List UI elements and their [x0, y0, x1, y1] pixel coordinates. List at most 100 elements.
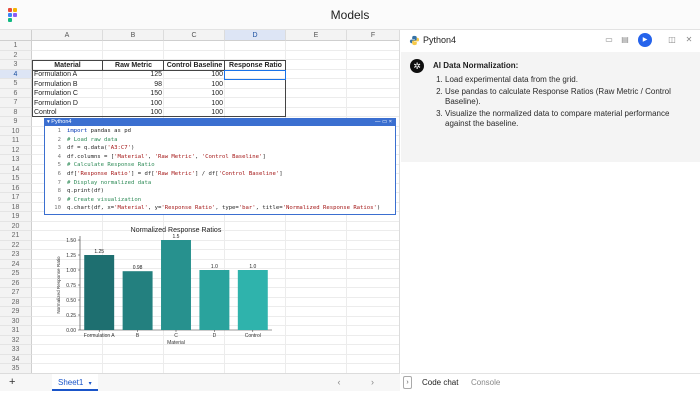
column-header-c[interactable]: C: [164, 30, 225, 41]
code-cell[interactable]: ▾ Python4— ▭ × 1 import pandas as pd 2 # Loa…: [44, 118, 396, 215]
sheet-nav-arrows[interactable]: ‹ ›: [338, 377, 389, 387]
code-line[interactable]: 4 df.columns = ['Material', 'Raw Metric',…: [45, 153, 266, 162]
row-header-4[interactable]: 4: [0, 69, 32, 79]
table-cell[interactable]: 100: [164, 80, 225, 89]
line-number: 9: [57, 196, 61, 203]
row-header-14[interactable]: 14: [0, 164, 32, 174]
table-cell[interactable]: 125: [103, 70, 164, 79]
code-token: ,: [195, 153, 202, 160]
row-header-15[interactable]: 15: [0, 174, 32, 184]
code-token: df[: [67, 171, 78, 177]
table-cell[interactable]: [225, 80, 286, 89]
row-header-19[interactable]: 19: [0, 212, 32, 222]
row-header-24[interactable]: 24: [0, 259, 32, 269]
row-header-13[interactable]: 13: [0, 155, 32, 165]
row-header-29[interactable]: 29: [0, 307, 32, 317]
row-header-30[interactable]: 30: [0, 316, 32, 326]
code-token: ] / df[: [195, 171, 219, 177]
table-cell[interactable]: 150: [103, 89, 164, 98]
table-cell[interactable]: 100: [164, 70, 225, 79]
add-sheet-button[interactable]: +: [9, 376, 15, 388]
row-header-11[interactable]: 11: [0, 136, 32, 146]
table-cell[interactable]: Formulation B: [32, 80, 103, 89]
row-header-5[interactable]: 5: [0, 79, 32, 89]
code-line[interactable]: 9 # Create visualization: [45, 196, 141, 205]
line-number: 3: [57, 145, 61, 152]
code-line[interactable]: 2 # Load raw data: [45, 136, 118, 145]
clipboard-icon[interactable]: ▤: [620, 35, 630, 45]
table-header-cell[interactable]: Material: [32, 61, 103, 70]
table-header-cell[interactable]: Raw Metric: [103, 61, 164, 70]
row-header-17[interactable]: 17: [0, 193, 32, 203]
row-header-34[interactable]: 34: [0, 354, 32, 364]
selected-cell[interactable]: [224, 69, 286, 80]
column-header-e[interactable]: E: [286, 30, 347, 41]
column-header-a[interactable]: A: [32, 30, 103, 41]
tab-code-chat[interactable]: Code chat: [422, 378, 458, 387]
table-cell[interactable]: 100: [103, 99, 164, 108]
row-header-27[interactable]: 27: [0, 288, 32, 298]
message-steps: Load experimental data from the grid. Us…: [433, 75, 691, 131]
code-cell-controls[interactable]: — ▭ ×: [375, 119, 392, 126]
table-header-cell[interactable]: Response Ratio: [225, 61, 286, 70]
spreadsheet-grid[interactable]: A B C D E F 1 2 3 4 5 6 7 8 9 10 11 12 13 14 15 16 17 18 19 20 21 2…: [0, 30, 400, 373]
split-icon[interactable]: ◫: [667, 35, 677, 45]
table-cell[interactable]: [225, 108, 286, 117]
chevron-right-icon[interactable]: ›: [403, 376, 412, 389]
table-cell[interactable]: 98: [103, 80, 164, 89]
row-header-31[interactable]: 31: [0, 326, 32, 336]
row-header-3[interactable]: 3: [0, 60, 32, 70]
table-cell[interactable]: 100: [164, 108, 225, 117]
sheet-tab[interactable]: Sheet1 ▾: [52, 374, 98, 391]
column-header-b[interactable]: B: [103, 30, 164, 41]
table-header-cell[interactable]: Control Baseline: [164, 61, 225, 70]
x-tick-label: D: [213, 333, 217, 339]
code-line[interactable]: 10 q.chart(df, x='Material', y='Response …: [45, 204, 380, 213]
row-header-26[interactable]: 26: [0, 278, 32, 288]
row-header-2[interactable]: 2: [0, 50, 32, 60]
run-button[interactable]: ▶: [638, 33, 652, 47]
table-cell[interactable]: Control: [32, 108, 103, 117]
row-header-18[interactable]: 18: [0, 202, 32, 212]
close-icon[interactable]: ✕: [684, 35, 694, 45]
grid-line: [32, 49, 399, 51]
row-header-10[interactable]: 10: [0, 126, 32, 136]
row-header-1[interactable]: 1: [0, 41, 32, 51]
row-header-23[interactable]: 23: [0, 250, 32, 260]
table-cell[interactable]: Formulation D: [32, 99, 103, 108]
chevron-down-icon[interactable]: ▾: [89, 381, 92, 387]
row-header-22[interactable]: 22: [0, 240, 32, 250]
row-header-33[interactable]: 33: [0, 345, 32, 355]
row-header-8[interactable]: 8: [0, 107, 32, 117]
row-header-12[interactable]: 12: [0, 145, 32, 155]
code-line[interactable]: 5 # Calculate Response Ratio: [45, 161, 155, 170]
tab-console[interactable]: Console: [471, 378, 500, 387]
table-cell[interactable]: Formulation A: [32, 70, 103, 79]
row-header-25[interactable]: 25: [0, 269, 32, 279]
row-header-16[interactable]: 16: [0, 183, 32, 193]
column-header-f[interactable]: F: [347, 30, 399, 41]
row-header-9[interactable]: 9: [0, 117, 32, 127]
table-cell[interactable]: [225, 89, 286, 98]
code-line[interactable]: 3 df = q.data('A3:C7'): [45, 144, 135, 153]
code-line[interactable]: 6 df['Response Ratio'] = df['Raw Metric']…: [45, 170, 283, 179]
grid-corner[interactable]: [0, 30, 32, 41]
table-cell[interactable]: 100: [164, 99, 225, 108]
table-cell[interactable]: Formulation C: [32, 89, 103, 98]
code-line[interactable]: 1 import pandas as pd: [45, 127, 131, 136]
table-cell[interactable]: 100: [103, 108, 164, 117]
column-header-d[interactable]: D: [225, 30, 286, 41]
table-cell[interactable]: [225, 99, 286, 108]
row-header-20[interactable]: 20: [0, 221, 32, 231]
row-header-32[interactable]: 32: [0, 335, 32, 345]
code-cell-header[interactable]: ▾ Python4— ▭ ×: [45, 119, 395, 126]
table-cell[interactable]: 100: [164, 89, 225, 98]
code-line[interactable]: 7 # Display normalized data: [45, 179, 152, 188]
row-header-6[interactable]: 6: [0, 88, 32, 98]
monitor-icon[interactable]: ▭: [604, 35, 614, 45]
row-header-21[interactable]: 21: [0, 231, 32, 241]
row-header-28[interactable]: 28: [0, 297, 32, 307]
row-header-35[interactable]: 35: [0, 364, 32, 373]
row-header-7[interactable]: 7: [0, 98, 32, 108]
code-line[interactable]: 8 q.print(df): [45, 187, 104, 196]
